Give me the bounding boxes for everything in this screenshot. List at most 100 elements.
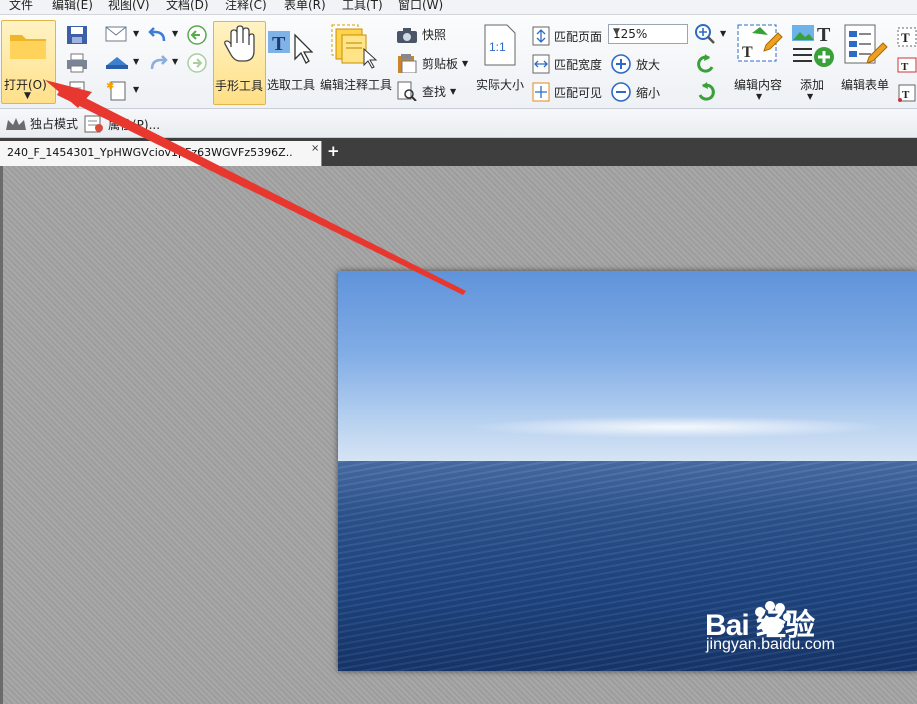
fit-page-button[interactable]: 匹配页面 [532, 26, 602, 46]
back-icon[interactable] [186, 24, 208, 46]
edit-annotation-label: 编辑注释工具 [320, 78, 393, 92]
fit-visible-label: 匹配可见 [554, 85, 603, 100]
exclusive-mode-button[interactable]: 独占模式 [4, 115, 78, 132]
fit-visible-icon [532, 82, 550, 102]
document-icon[interactable] [66, 81, 88, 101]
find-label: 查找 [422, 84, 447, 99]
secondary-toolbar: 独占模式 属性(P)... [0, 109, 917, 138]
chevron-down-icon[interactable]: ▼ [133, 57, 139, 66]
svg-text:T: T [817, 24, 831, 46]
menu-file[interactable]: 文件 [9, 0, 33, 13]
chevron-down-icon[interactable]: ▼ [172, 29, 178, 38]
chevron-down-icon: ▼ [462, 58, 469, 68]
snapshot-label: 快照 [422, 28, 447, 42]
text-annotation-icon[interactable]: T [897, 83, 917, 103]
close-icon[interactable]: × [311, 143, 319, 154]
ribbon-toolbar: 打开(O) ▼ ▼ ▼ ✱ ▼ ▼ ▼ 手形工具 T 选取工具 编辑注释工具 快… [0, 15, 917, 109]
cloud [468, 416, 888, 438]
rotate-left-icon[interactable] [695, 53, 717, 75]
email-icon[interactable] [105, 25, 129, 43]
edit-annotation-tool-button[interactable]: 编辑注释工具 [318, 21, 392, 103]
chevron-down-icon[interactable]: ▼ [720, 29, 726, 38]
chevron-down-icon: ▼ [807, 92, 814, 101]
menu-document[interactable]: 文档(D) [166, 0, 209, 13]
text-box-icon[interactable]: T [897, 27, 917, 47]
scan-icon[interactable] [105, 53, 129, 71]
snapshot-button[interactable]: 快照 [396, 26, 446, 43]
clipboard-icon [398, 54, 417, 73]
edit-form-button[interactable]: 编辑表单 [839, 21, 891, 103]
svg-text:T: T [901, 30, 910, 45]
add-icon: T [792, 24, 834, 67]
actual-size-icon: 1:1 [484, 24, 516, 66]
add-button[interactable]: T 添加 ▼ [790, 21, 836, 103]
new-document-icon[interactable]: ✱ [105, 79, 129, 101]
menu-tools[interactable]: 工具(T) [342, 0, 383, 13]
fit-page-label: 匹配页面 [554, 29, 603, 44]
zoom-in-button[interactable]: 放大 [610, 53, 660, 75]
edit-content-icon: T [737, 24, 783, 62]
watermark-url: jingyan.baidu.com [706, 636, 835, 653]
forward-icon[interactable] [186, 52, 208, 74]
svg-text:✱: ✱ [106, 81, 114, 92]
fit-width-icon [532, 54, 550, 74]
menu-comment[interactable]: 注释(C) [225, 0, 267, 13]
menu-form[interactable]: 表单(R) [284, 0, 326, 13]
fit-visible-button[interactable]: 匹配可见 [532, 82, 602, 102]
menu-window[interactable]: 窗口(W) [398, 0, 443, 13]
svg-text:1:1: 1:1 [489, 40, 506, 54]
save-icon[interactable] [66, 25, 88, 45]
undo-icon[interactable] [147, 26, 169, 44]
properties-button[interactable]: 属性(P)... [84, 115, 160, 133]
edit-form-label: 编辑表单 [841, 78, 890, 92]
svg-text:T: T [902, 89, 910, 101]
add-label: 添加 [800, 78, 825, 92]
select-tool-button[interactable]: T 选取工具 [265, 21, 317, 103]
annotation-icon [331, 24, 378, 69]
chevron-down-icon[interactable]: ▼ [133, 29, 139, 38]
find-button[interactable]: 查找 ▼ [396, 81, 456, 101]
rotate-right-icon[interactable] [695, 81, 717, 103]
document-image [338, 271, 917, 671]
chevron-down-icon: ▼ [450, 86, 457, 96]
text-field-icon[interactable]: T [897, 55, 917, 75]
chevron-down-icon: ▼ [756, 92, 763, 101]
menu-view[interactable]: 视图(V) [108, 0, 150, 13]
zoom-in-label: 放大 [636, 57, 661, 72]
document-tab-title: 240_F_1454301_YpHWGVciov1pFz63WGVFz5396Z… [7, 146, 293, 159]
crown-icon [6, 117, 26, 130]
redo-icon[interactable] [147, 54, 169, 72]
hand-tool-button[interactable]: 手形工具 [213, 21, 266, 105]
actual-size-label: 实际大小 [476, 78, 525, 92]
zoom-out-button[interactable]: 缩小 [610, 81, 660, 103]
select-tool-label: 选取工具 [267, 78, 316, 92]
clipboard-label: 剪贴板 [422, 56, 459, 71]
hand-icon [224, 25, 255, 62]
camera-icon [397, 27, 417, 43]
actual-size-button[interactable]: 1:1 实际大小 [474, 21, 528, 103]
properties-label: 属性(P)... [108, 117, 161, 132]
chevron-down-icon[interactable]: ▼ [172, 57, 178, 66]
zoom-out-label: 缩小 [636, 85, 661, 100]
chevron-down-icon: ▼ [24, 91, 31, 101]
find-icon [397, 81, 417, 101]
properties-icon [84, 115, 103, 133]
svg-text:T: T [272, 33, 286, 55]
edit-content-button[interactable]: T 编辑内容 ▼ [734, 21, 786, 103]
fit-width-button[interactable]: 匹配宽度 [532, 54, 602, 74]
folder-icon [10, 35, 46, 59]
zoom-select[interactable]: 125% ▼ [608, 24, 688, 44]
document-tab[interactable]: 240_F_1454301_YpHWGVciov1pFz63WGVFz5396Z… [0, 141, 322, 166]
menu-edit[interactable]: 编辑(E) [52, 0, 93, 13]
magnifier-icon[interactable] [694, 23, 716, 45]
minus-circle-icon [611, 82, 631, 102]
clipboard-button[interactable]: 剪贴板 ▼ [396, 53, 468, 73]
svg-text:T: T [742, 44, 753, 61]
edit-form-icon [844, 24, 888, 64]
fit-width-label: 匹配宽度 [554, 57, 603, 72]
open-button[interactable]: 打开(O) ▼ [1, 20, 56, 104]
chevron-down-icon[interactable]: ▼ [133, 85, 139, 94]
new-tab-icon[interactable]: + [327, 144, 341, 159]
print-icon[interactable] [66, 53, 88, 73]
menu-bar: 文件 编辑(E) 视图(V) 文档(D) 注释(C) 表单(R) 工具(T) 窗… [0, 0, 917, 15]
